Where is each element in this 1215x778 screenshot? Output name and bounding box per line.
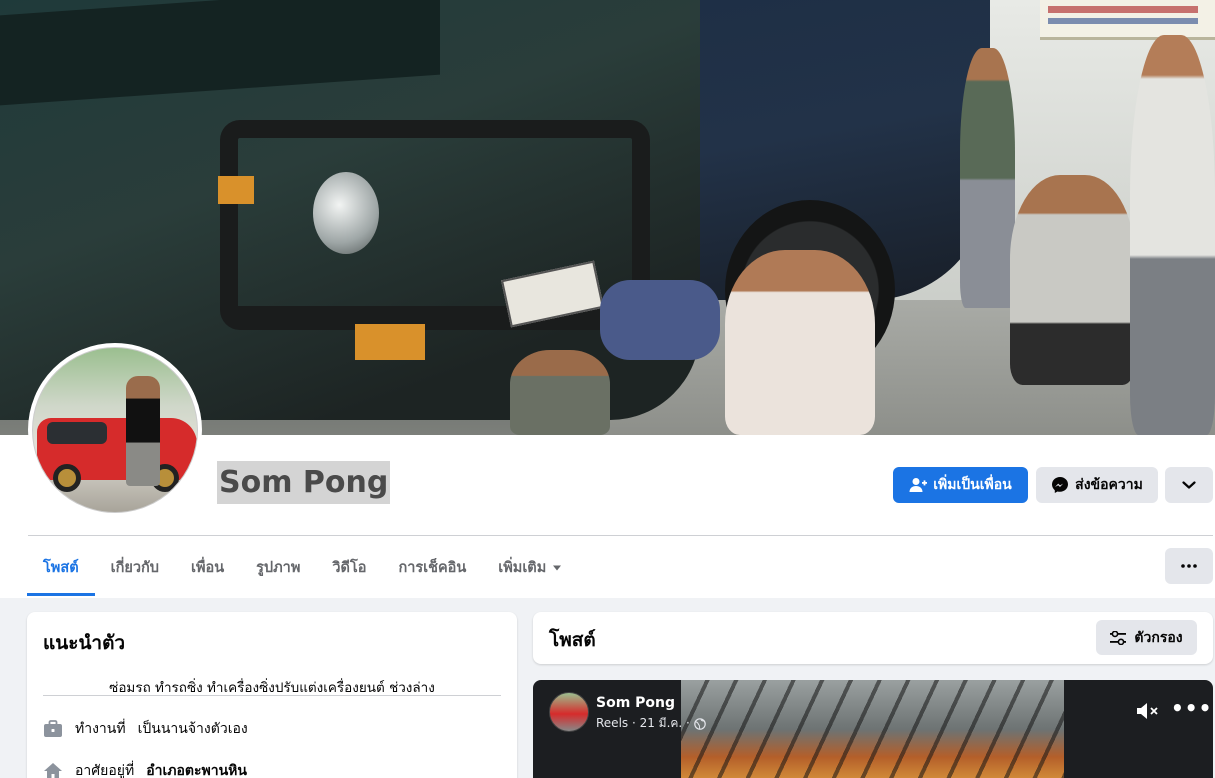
reel-more-icon[interactable]: ••• bbox=[1171, 698, 1212, 718]
tab-about[interactable]: เกี่ยวกับ bbox=[95, 540, 175, 595]
intro-title: แนะนำตัว bbox=[43, 632, 126, 654]
caret-down-icon bbox=[553, 565, 562, 570]
lives-value[interactable]: อำเภอตะพานหิน bbox=[146, 760, 247, 778]
tab-posts[interactable]: โพสต์ bbox=[27, 540, 95, 596]
reel-post[interactable]: Som Pong Reels · 21 มี.ค. · ••• bbox=[533, 680, 1213, 778]
cover-person bbox=[960, 48, 1015, 308]
filter-button[interactable]: ตัวกรอง bbox=[1096, 620, 1197, 655]
work-value: เป็นนานจ้างตัวเอง bbox=[137, 721, 248, 737]
home-icon bbox=[44, 763, 62, 778]
chevron-down-icon bbox=[1182, 481, 1196, 489]
avatar-photo bbox=[32, 347, 198, 513]
cover-person bbox=[510, 350, 610, 435]
add-friend-label: เพิ่มเป็นเพื่อน bbox=[933, 477, 1012, 493]
cover-headlight bbox=[313, 172, 379, 254]
add-friend-button[interactable]: เพิ่มเป็นเพื่อน bbox=[893, 467, 1028, 503]
intro-work: ทำงานที่ เป็นนานจ้างตัวเอง bbox=[43, 718, 248, 740]
tab-label: วิดีโอ bbox=[332, 560, 367, 576]
work-prefix: ทำงานที่ bbox=[75, 721, 126, 737]
avatar-wheel bbox=[53, 464, 81, 492]
cover-fog-light bbox=[355, 324, 425, 360]
messenger-icon bbox=[1052, 477, 1069, 493]
more-actions-button[interactable] bbox=[1165, 467, 1213, 503]
tab-label: เกี่ยวกับ bbox=[110, 560, 159, 576]
header-divider bbox=[28, 535, 1213, 536]
lives-prefix: อาศัยอยู่ที่ bbox=[75, 763, 135, 778]
mute-button[interactable] bbox=[1136, 702, 1160, 724]
profile-name: Som Pong bbox=[217, 461, 391, 504]
reel-author-avatar[interactable] bbox=[549, 692, 589, 732]
avatar-person bbox=[126, 376, 160, 486]
tabs-more-button[interactable] bbox=[1165, 548, 1213, 584]
profile-avatar[interactable] bbox=[28, 343, 202, 517]
message-button[interactable]: ส่งข้อความ bbox=[1036, 467, 1158, 503]
intro-lives: อาศัยอยู่ที่ อำเภอตะพานหิน bbox=[43, 760, 247, 778]
globe-icon bbox=[694, 717, 706, 730]
tab-friends[interactable]: เพื่อน bbox=[175, 540, 240, 595]
filter-label: ตัวกรอง bbox=[1134, 629, 1183, 646]
cover-person bbox=[1010, 175, 1135, 385]
tab-more[interactable]: เพิ่มเติม bbox=[482, 540, 578, 595]
intro-divider bbox=[43, 695, 501, 696]
profile-tabs: โพสต์ เกี่ยวกับ เพื่อน รูปภาพ วิดีโอ การ… bbox=[27, 540, 578, 596]
reel-meta-text: Reels · 21 มี.ค. · bbox=[596, 716, 690, 730]
tab-label: รูปภาพ bbox=[256, 560, 301, 576]
tab-label: โพสต์ bbox=[43, 560, 79, 576]
add-friend-icon bbox=[909, 478, 928, 492]
briefcase-icon bbox=[44, 720, 62, 737]
tab-label: เพื่อน bbox=[190, 560, 225, 576]
intro-card: แนะนำตัว ซ่อมรถ ทำรถซิ่ง ทำเครื่องซิ่งปร… bbox=[27, 612, 517, 778]
reel-author-name[interactable]: Som Pong bbox=[596, 695, 675, 711]
more-dots-icon bbox=[1181, 564, 1197, 568]
reel-meta: Reels · 21 มี.ค. · bbox=[596, 714, 706, 733]
cover-sign bbox=[1040, 0, 1215, 40]
filter-sliders-icon bbox=[1110, 630, 1127, 645]
cover-person bbox=[600, 280, 720, 360]
tab-label: เพิ่มเติม bbox=[498, 560, 547, 576]
cover-person bbox=[1130, 35, 1215, 435]
posts-header-card: โพสต์ ตัวกรอง bbox=[533, 612, 1213, 664]
tab-photos[interactable]: รูปภาพ bbox=[240, 540, 316, 595]
message-label: ส่งข้อความ bbox=[1075, 477, 1143, 493]
tab-videos[interactable]: วิดีโอ bbox=[316, 540, 382, 595]
posts-title: โพสต์ bbox=[549, 629, 596, 651]
tab-checkins[interactable]: การเช็คอิน bbox=[382, 540, 482, 595]
reel-thumbnail[interactable] bbox=[681, 680, 1064, 778]
tab-label: การเช็คอิน bbox=[398, 560, 467, 576]
cover-person bbox=[725, 250, 875, 435]
speaker-muted-icon bbox=[1137, 703, 1158, 719]
cover-indicator-light bbox=[218, 176, 254, 204]
cover-photo[interactable] bbox=[0, 0, 1215, 435]
